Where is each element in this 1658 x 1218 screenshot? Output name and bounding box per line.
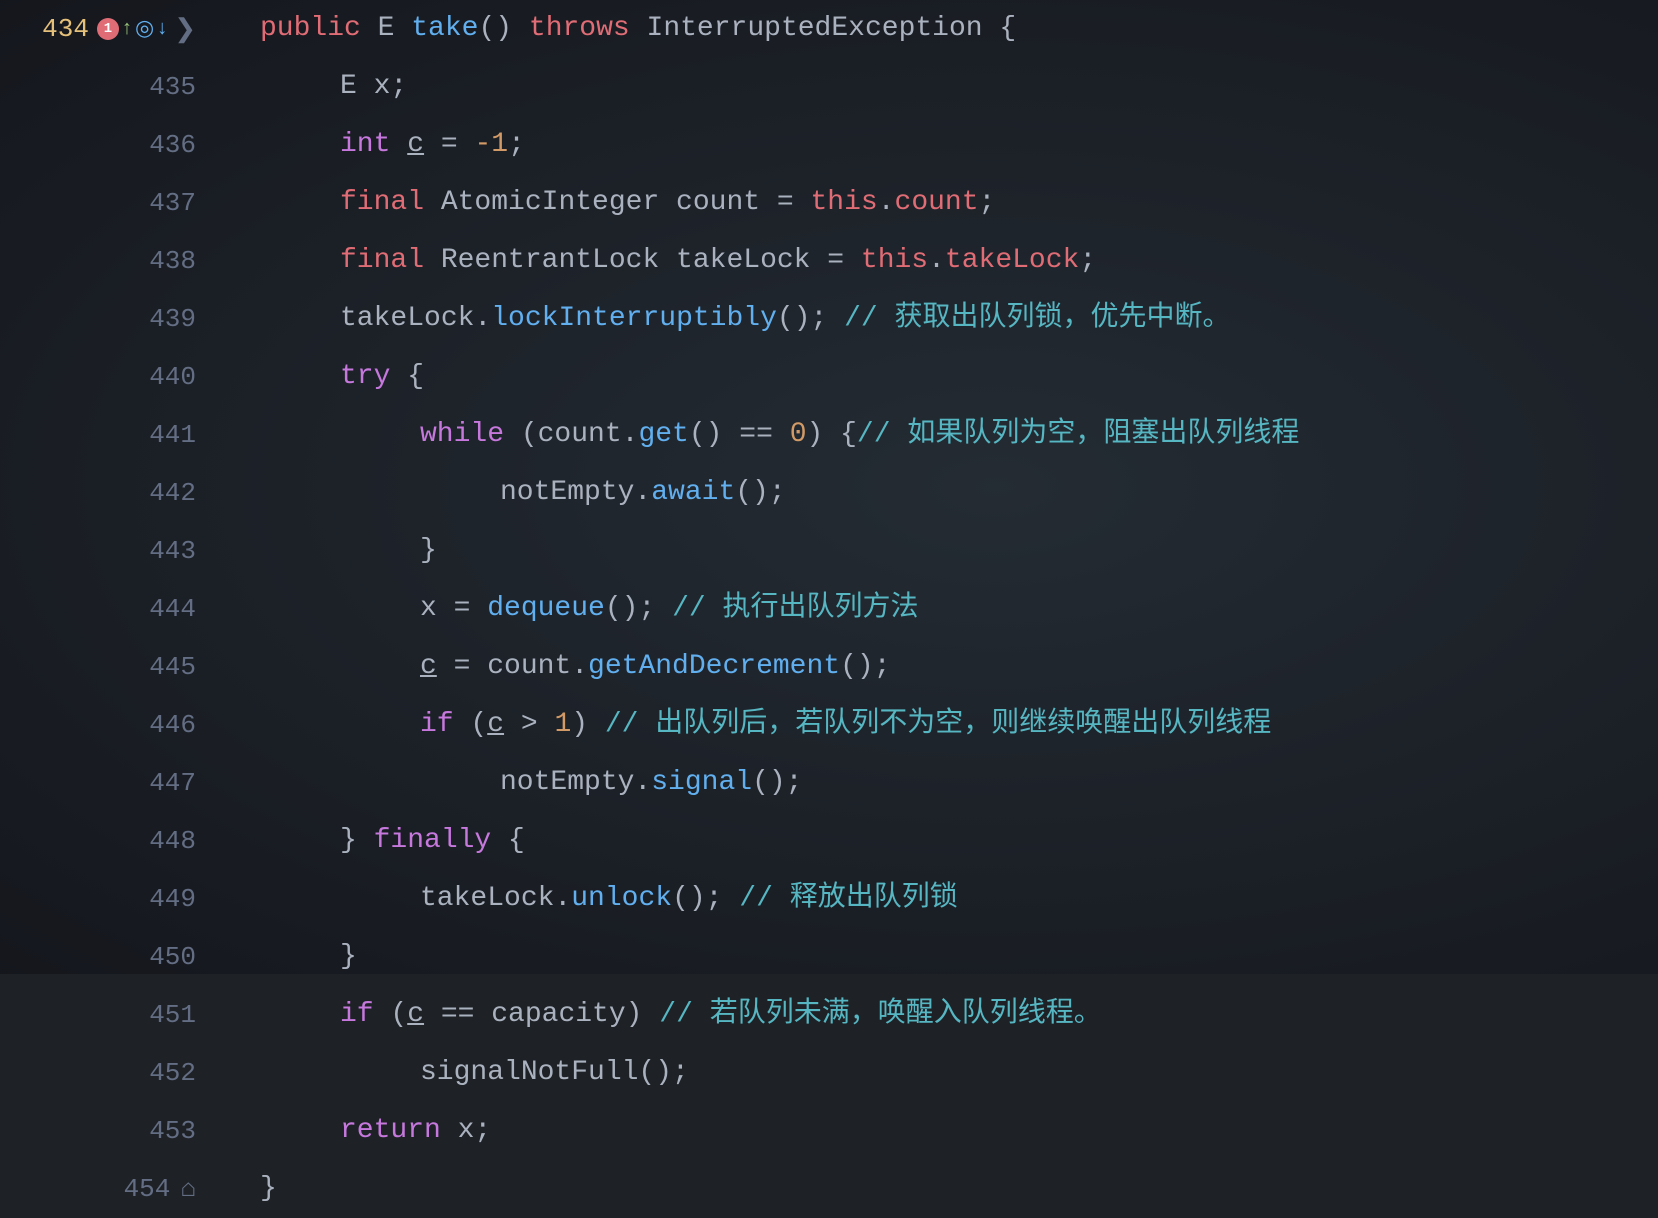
code-line-443: 443} <box>0 522 1658 580</box>
line-number: 451 <box>0 1000 220 1030</box>
line-number-text: 439 <box>149 304 196 334</box>
line-number: 447 <box>0 768 220 798</box>
line-number-text: 450 <box>149 942 196 972</box>
code-line-449: 449 takeLock.unlock(); // 释放出队列锁 <box>0 870 1658 928</box>
line-number-text: 434 <box>42 14 89 44</box>
line-number: 452 <box>0 1058 220 1088</box>
line-content: notEmpty.await(); <box>220 464 1658 522</box>
line-content: try { <box>220 348 1658 406</box>
line-number: 443 <box>0 536 220 566</box>
chevron-right-icon: ❯ <box>174 14 196 45</box>
arrow-down-icon: ↓ <box>156 18 168 41</box>
line-number: 449 <box>0 884 220 914</box>
line-number: 442 <box>0 478 220 508</box>
code-line-445: 445 c = count.getAndDecrement(); <box>0 638 1658 696</box>
line-number-text: 443 <box>149 536 196 566</box>
code-line-452: 452 signalNotFull(); <box>0 1044 1658 1102</box>
line-content: notEmpty.signal(); <box>220 754 1658 812</box>
code-line-441: 441 while (count.get() == 0) {// 如果队列为空，阻… <box>0 406 1658 464</box>
line-number: 445 <box>0 652 220 682</box>
line-number: 441 <box>0 420 220 450</box>
arrow-up-icon: ↑ <box>121 18 133 41</box>
code-line-453: 453 return x; <box>0 1102 1658 1160</box>
line-number: 437 <box>0 188 220 218</box>
line-number-text: 452 <box>149 1058 196 1088</box>
line-content: public E take() throws InterruptedExcept… <box>220 0 1658 58</box>
line-content: final AtomicInteger count = this.count; <box>220 174 1658 232</box>
line-content: c = count.getAndDecrement(); <box>220 638 1658 696</box>
code-line-447: 447 notEmpty.signal(); <box>0 754 1658 812</box>
line-number-text: 447 <box>149 768 196 798</box>
line-content: takeLock.unlock(); // 释放出队列锁 <box>220 870 1658 928</box>
line-number-text: 438 <box>149 246 196 276</box>
error-icon: 1 <box>97 18 119 40</box>
line-content: final ReentrantLock takeLock = this.take… <box>220 232 1658 290</box>
line-number-text: 445 <box>149 652 196 682</box>
line-content: E x; <box>220 58 1658 116</box>
code-line-438: 438 final ReentrantLock takeLock = this.t… <box>0 232 1658 290</box>
code-line-450: 450} <box>0 928 1658 986</box>
line-number: 453 <box>0 1116 220 1146</box>
line-content: if (c > 1) // 出队列后，若队列不为空，则继续唤醒出队列线程 <box>220 696 1658 754</box>
code-editor: 434 1 ↑ ◎ ↓ ❯ public E take() throws Int… <box>0 0 1658 974</box>
line-number: 454 ⌂ <box>0 1174 220 1204</box>
line-number: 438 <box>0 246 220 276</box>
bookmark-icon: ◎ <box>135 16 154 42</box>
line-number: 440 <box>0 362 220 392</box>
code-line-454: 454 ⌂ } <box>0 1160 1658 1218</box>
line-content: } <box>220 1160 1658 1218</box>
line-number: 434 1 ↑ ◎ ↓ ❯ <box>0 14 220 45</box>
line-number-text: 436 <box>149 130 196 160</box>
line-number-text: 440 <box>149 362 196 392</box>
line-number: 444 <box>0 594 220 624</box>
line-content: signalNotFull(); <box>220 1044 1658 1102</box>
line-number-text: 441 <box>149 420 196 450</box>
code-line-436: 436 int c = -1; <box>0 116 1658 174</box>
line-number: 436 <box>0 130 220 160</box>
line-number-text: 435 <box>149 72 196 102</box>
line-content: while (count.get() == 0) {// 如果队列为空，阻塞出队… <box>220 406 1658 464</box>
line-number: 448 <box>0 826 220 856</box>
code-line-446: 446 if (c > 1) // 出队列后，若队列不为空，则继续唤醒出队列线程 <box>0 696 1658 754</box>
code-line-434: 434 1 ↑ ◎ ↓ ❯ public E take() throws Int… <box>0 0 1658 58</box>
line-number-text: 446 <box>149 710 196 740</box>
line-number-text: 451 <box>149 1000 196 1030</box>
code-line-435: 435 E x; <box>0 58 1658 116</box>
line-content: x = dequeue(); // 执行出队列方法 <box>220 580 1658 638</box>
line-content: } finally { <box>220 812 1658 870</box>
line-number-text: 449 <box>149 884 196 914</box>
code-line-451: 451 if (c == capacity) // 若队列未满，唤醒入队列线程。 <box>0 986 1658 1044</box>
line-content: } <box>220 522 1658 580</box>
line-number-text: 453 <box>149 1116 196 1146</box>
line-content: takeLock.lockInterruptibly(); // 获取出队列锁，… <box>220 290 1658 348</box>
code-line-437: 437 final AtomicInteger count = this.coun… <box>0 174 1658 232</box>
code-line-439: 439 takeLock.lockInterruptibly(); // 获取出队… <box>0 290 1658 348</box>
line-content: if (c == capacity) // 若队列未满，唤醒入队列线程。 <box>220 986 1658 1044</box>
line-number-text: 444 <box>149 594 196 624</box>
line-content: } <box>220 928 1658 986</box>
line-number: 446 <box>0 710 220 740</box>
line-number: 439 <box>0 304 220 334</box>
line-number-text: 442 <box>149 478 196 508</box>
line-number-text: 437 <box>149 188 196 218</box>
line-number: 435 <box>0 72 220 102</box>
code-line-440: 440 try { <box>0 348 1658 406</box>
line-number: 450 <box>0 942 220 972</box>
bottom-marker-icon: ⌂ <box>180 1174 196 1204</box>
line-content: return x; <box>220 1102 1658 1160</box>
line-number-text: 448 <box>149 826 196 856</box>
line-content: int c = -1; <box>220 116 1658 174</box>
code-line-448: 448 } finally { <box>0 812 1658 870</box>
line-number-text: 454 <box>124 1174 171 1204</box>
code-line-442: 442 notEmpty.await(); <box>0 464 1658 522</box>
code-line-444: 444 x = dequeue(); // 执行出队列方法 <box>0 580 1658 638</box>
